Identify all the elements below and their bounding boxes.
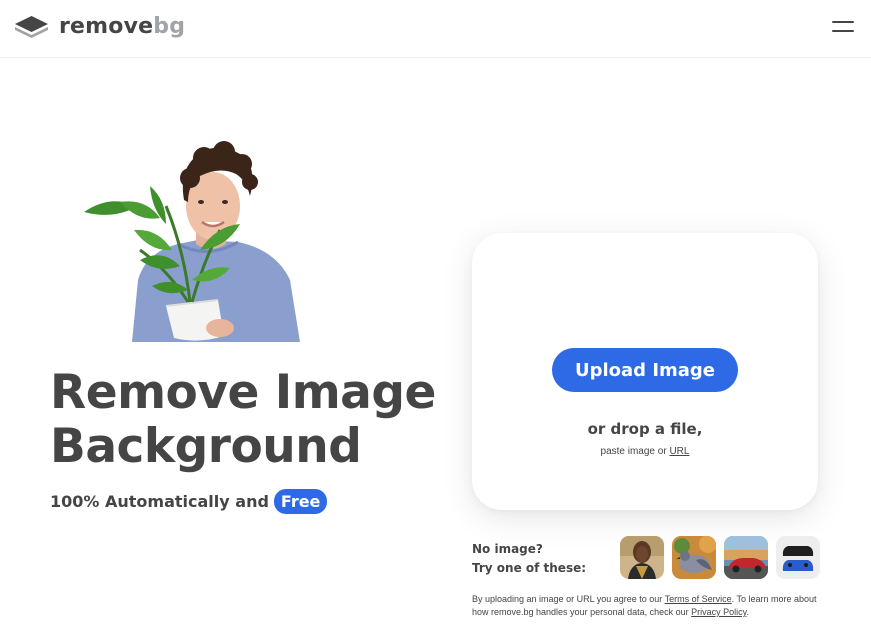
red-car-thumbnail[interactable]	[724, 536, 768, 579]
page-title: Remove Image Background	[50, 366, 470, 474]
woman-portrait-thumbnail[interactable]	[620, 536, 664, 579]
logo-mark-icon	[15, 16, 48, 38]
hero-person-with-plant-image	[84, 141, 300, 342]
logo-wordmark: removebg	[59, 14, 185, 40]
url-link[interactable]: URL	[669, 446, 689, 457]
drop-file-text: or drop a file,	[587, 420, 703, 438]
sample-images-list	[620, 536, 820, 579]
try-these-text: Try one of these:	[472, 561, 587, 575]
page-subtitle: 100% Automatically and Free	[50, 489, 328, 514]
removebg-logo[interactable]: removebg	[14, 14, 185, 40]
no-image-prompt: No image? Try one of these:	[472, 540, 586, 578]
legal-notice: By uploading an image or URL you agree t…	[472, 593, 818, 619]
no-image-text: No image?	[472, 542, 543, 556]
page-title-line-1: Remove Image	[50, 365, 436, 420]
hamburger-menu-icon[interactable]	[828, 15, 858, 41]
pigeon-thumbnail[interactable]	[672, 536, 716, 579]
legal-text-3: .	[746, 607, 750, 617]
page-title-line-2: Background	[50, 419, 362, 474]
paste-text: paste image or	[600, 446, 667, 457]
subtitle-text: 100% Automatically and	[50, 492, 269, 511]
logo-text-bg: bg	[153, 14, 186, 39]
logo-text-remove: remove	[59, 14, 154, 39]
upload-dropzone-card[interactable]: Upload Image or drop a file, paste image…	[472, 233, 818, 510]
free-badge: Free	[273, 489, 328, 514]
top-navigation-bar: removebg	[0, 0, 871, 58]
terms-of-service-link[interactable]: Terms of Service	[665, 594, 732, 604]
paste-url-line: paste image or URL	[472, 446, 818, 457]
upload-image-button[interactable]: Upload Image	[552, 348, 738, 392]
privacy-policy-link[interactable]: Privacy Policy	[691, 607, 746, 617]
legal-text-1: By uploading an image or URL you agree t…	[472, 594, 663, 604]
game-controllers-thumbnail[interactable]	[776, 536, 820, 579]
